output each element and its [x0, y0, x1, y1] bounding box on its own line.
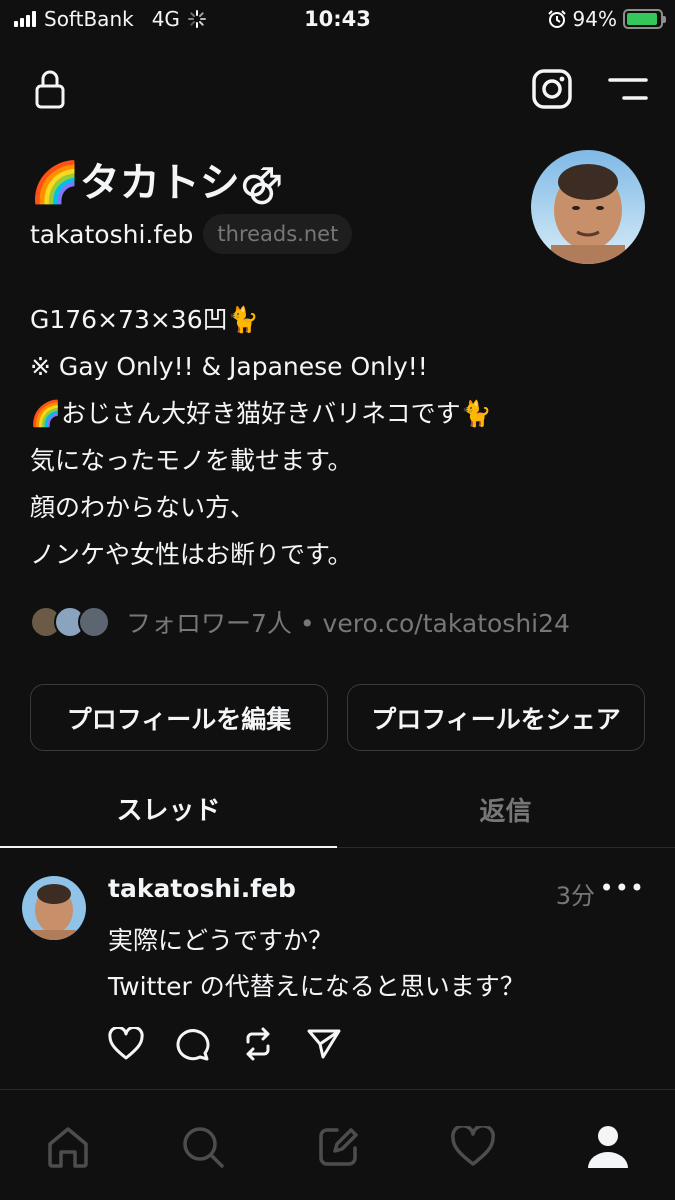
repost-icon[interactable]	[240, 1026, 276, 1062]
comment-icon[interactable]	[174, 1026, 210, 1062]
tab-replies[interactable]: 返信	[337, 770, 674, 848]
thread-post: takatoshi.feb 3分 ••• 実際にどうですか？ Twitter の…	[0, 850, 675, 1090]
followers-row[interactable]: フォロワー7人 • vero.co/takatoshi24	[30, 604, 570, 640]
bio-line: G176×73×36凹🐈	[30, 305, 259, 334]
compose-icon[interactable]	[313, 1122, 363, 1172]
profile-bio: G176×73×36凹🐈 ※ Gay Only!! & Japanese Onl…	[30, 296, 650, 578]
menu-icon[interactable]	[608, 76, 648, 102]
post-avatar[interactable]	[22, 876, 86, 940]
instagram-icon[interactable]	[531, 68, 573, 110]
post-line: Twitter の代替えになると思います？	[108, 972, 525, 1001]
home-icon[interactable]	[43, 1122, 93, 1172]
post-username[interactable]: takatoshi.feb	[108, 874, 296, 903]
profile-avatar[interactable]	[531, 150, 645, 264]
bio-line: 気になったモノを載せます。	[30, 446, 353, 475]
profile-handle: takatoshi.feb	[30, 219, 194, 249]
bio-line: 顔のわからない方、	[30, 493, 256, 522]
followers-text[interactable]: フォロワー7人 • vero.co/takatoshi24	[126, 604, 570, 640]
follower-avatars	[30, 606, 110, 638]
activity-heart-icon[interactable]	[448, 1122, 498, 1172]
post-time: 3分	[555, 882, 595, 910]
bottom-nav	[0, 1094, 675, 1200]
post-actions	[108, 1026, 342, 1062]
share-profile-button[interactable]: プロフィールをシェア	[347, 684, 645, 751]
tab-threads[interactable]: スレッド	[0, 770, 337, 848]
profile-tabs: スレッド 返信	[0, 770, 675, 848]
like-icon[interactable]	[108, 1026, 144, 1062]
battery-icon	[623, 9, 666, 29]
bio-line: ノンケや女性はお断りです。	[30, 540, 353, 569]
threads-domain-chip[interactable]: threads.net	[203, 214, 353, 254]
edit-profile-button[interactable]: プロフィールを編集	[30, 684, 328, 751]
profile-icon[interactable]	[583, 1122, 633, 1172]
lock-icon[interactable]	[30, 68, 70, 110]
alarm-icon	[547, 10, 566, 28]
post-line: 実際にどうですか？	[108, 926, 334, 955]
threads-profile-screen: SoftBank 4G 10:43 94% 🌈タカトシ⚣ takatoshi.f…	[0, 0, 675, 1200]
battery-percent: 94%	[572, 7, 617, 31]
handle-row: takatoshi.feb threads.net	[30, 214, 353, 254]
bio-line: 🌈おじさん大好き猫好きバリネコです🐈	[30, 399, 492, 428]
search-icon[interactable]	[178, 1122, 228, 1172]
share-icon[interactable]	[306, 1026, 342, 1062]
profile-name: 🌈タカトシ⚣	[30, 160, 284, 206]
status-bar: SoftBank 4G 10:43 94%	[0, 0, 675, 40]
post-text: 実際にどうですか？ Twitter の代替えになると思います？	[108, 918, 525, 1010]
more-options-icon[interactable]: •••	[600, 874, 645, 902]
bio-line: ※ Gay Only!! & Japanese Only!!	[30, 352, 428, 381]
follower-avatar	[78, 606, 110, 638]
